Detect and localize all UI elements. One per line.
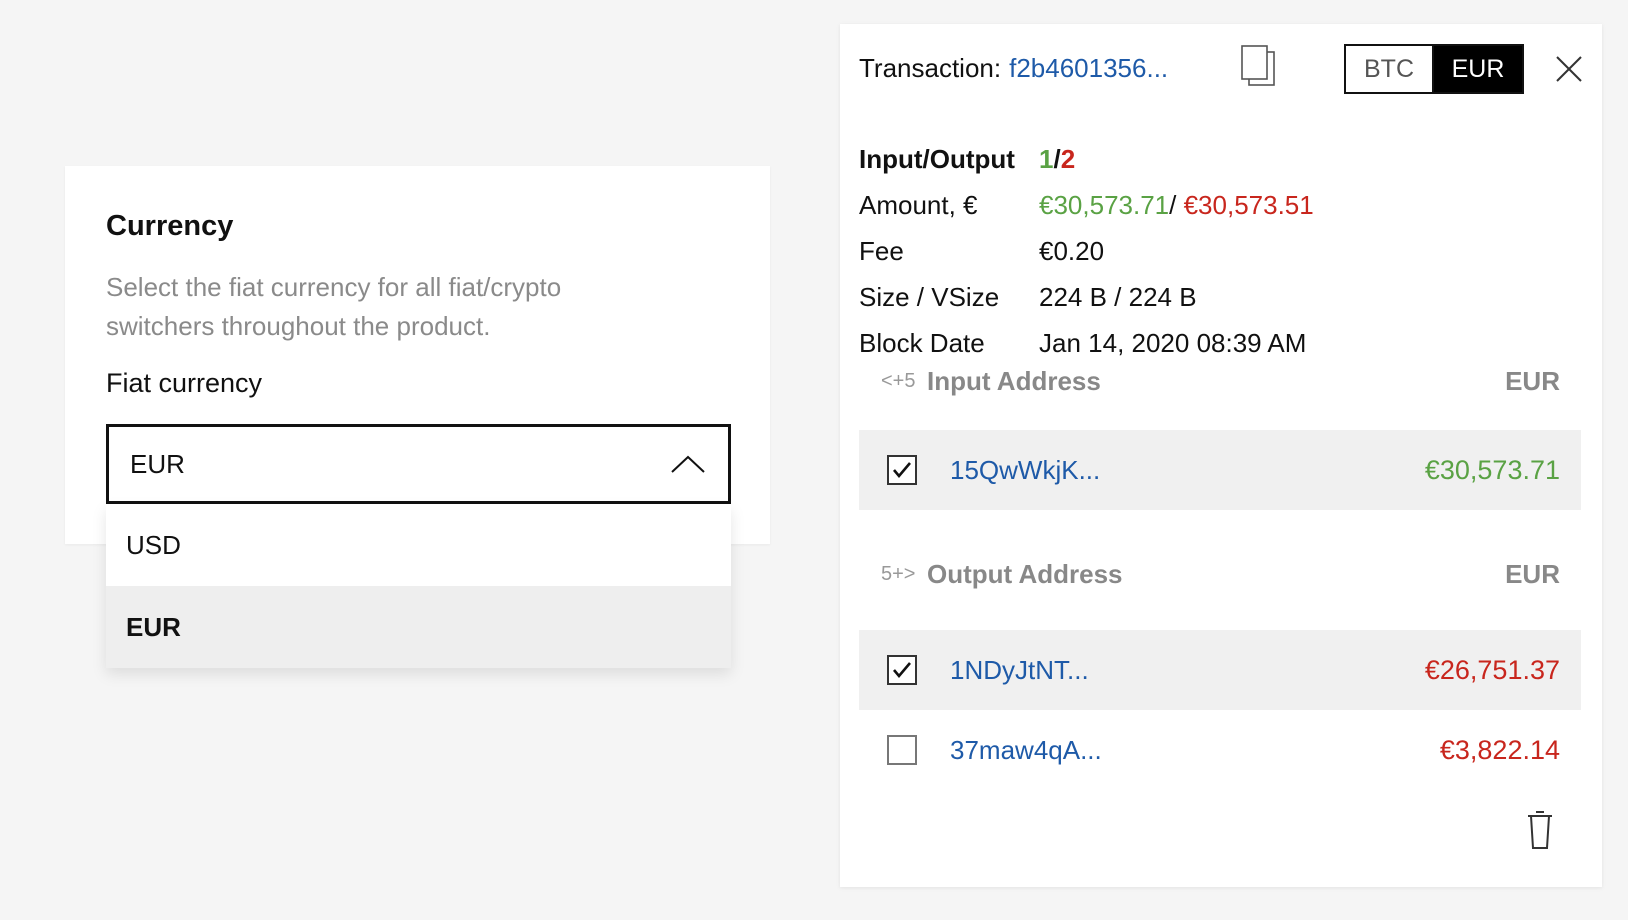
input-address-title: Input Address	[927, 365, 1101, 396]
close-icon[interactable]	[1555, 55, 1583, 83]
input-section-header: <+5 Input Address EUR	[859, 361, 1581, 401]
output-nav-more[interactable]: 5+>	[859, 563, 927, 586]
checkbox-icon	[893, 462, 911, 479]
input-currency: EUR	[1505, 365, 1560, 396]
fee-value: €0.20	[1039, 235, 1105, 266]
io-key: Input/Output	[859, 143, 1015, 174]
info-row-fee: Fee €0.20	[859, 228, 1314, 274]
input-nav-more[interactable]: <+5	[859, 370, 927, 393]
trash-icon[interactable]	[1526, 810, 1554, 850]
block-date-key: Block Date	[859, 327, 985, 358]
input-row: 15QwWkjK... €30,573.71	[859, 430, 1581, 510]
size-key: Size / VSize	[859, 281, 1000, 312]
option-usd[interactable]: USD	[106, 504, 731, 586]
info-row-size: Size / VSize 224 B / 224 B	[859, 274, 1314, 320]
amount-sep: /	[1169, 189, 1184, 220]
io-sep: /	[1053, 143, 1061, 174]
chevron-up-icon	[671, 455, 705, 473]
input-amount: €30,573.71	[1424, 454, 1560, 485]
io-value: 1/2	[1039, 144, 1075, 175]
output-checkbox[interactable]	[887, 655, 917, 685]
checkbox-icon	[893, 662, 911, 679]
info-row-block-date: Block Date Jan 14, 2020 08:39 AM	[859, 320, 1314, 366]
output-amount: €3,822.14	[1439, 734, 1560, 765]
transaction-panel: Transaction: f2b4601356... BTC EUR Input…	[840, 24, 1602, 887]
transaction-label: Transaction:	[859, 52, 1002, 83]
currency-dropdown-list: USD EUR	[106, 504, 731, 668]
toggle-btc[interactable]: BTC	[1346, 46, 1434, 92]
transaction-header: Transaction: f2b4601356...	[859, 44, 1168, 92]
fee-key: Fee	[859, 235, 904, 266]
output-amount: €26,751.37	[1424, 654, 1560, 685]
transaction-info: Input/Output 1/2 Amount, € €30,573.71/ €…	[859, 136, 1314, 366]
info-row-io: Input/Output 1/2	[859, 136, 1314, 182]
currency-toggle: BTC EUR	[1344, 44, 1524, 94]
output-address-link[interactable]: 37maw4qA...	[950, 735, 1440, 766]
fiat-currency-label: Fiat currency	[106, 368, 263, 398]
output-section-header: 5+> Output Address EUR	[859, 554, 1581, 594]
output-address-title: Output Address	[927, 558, 1123, 589]
copy-icon[interactable]	[1240, 44, 1276, 88]
block-date-value: Jan 14, 2020 08:39 AM	[1039, 327, 1307, 358]
input-checkbox[interactable]	[887, 455, 917, 485]
toggle-eur[interactable]: EUR	[1434, 46, 1522, 92]
output-row: 1NDyJtNT... €26,751.37	[859, 630, 1581, 710]
fiat-currency-select[interactable]: EUR	[106, 424, 731, 504]
size-value: 224 B / 224 B	[1039, 281, 1197, 312]
settings-description: Select the fiat currency for all fiat/cr…	[106, 272, 562, 341]
amount-key: Amount, €	[859, 189, 978, 220]
amount-out: €30,573.51	[1183, 189, 1314, 220]
io-outputs: 2	[1060, 143, 1076, 174]
io-inputs: 1	[1039, 143, 1054, 174]
option-eur[interactable]: EUR	[106, 586, 731, 668]
output-checkbox[interactable]	[887, 735, 917, 765]
currency-settings-card: Currency Select the fiat currency for al…	[65, 166, 770, 544]
output-address-link[interactable]: 1NDyJtNT...	[950, 655, 1425, 686]
amount-in: €30,573.71	[1039, 189, 1170, 220]
settings-title: Currency	[106, 210, 234, 242]
select-value: EUR	[130, 448, 185, 479]
output-currency: EUR	[1505, 558, 1560, 589]
amount-value: €30,573.71/ €30,573.51	[1039, 190, 1314, 221]
input-address-link[interactable]: 15QwWkjK...	[950, 455, 1425, 486]
output-row: 37maw4qA... €3,822.14	[859, 710, 1581, 790]
info-row-amount: Amount, € €30,573.71/ €30,573.51	[859, 182, 1314, 228]
transaction-hash-link[interactable]: f2b4601356...	[1009, 53, 1168, 84]
